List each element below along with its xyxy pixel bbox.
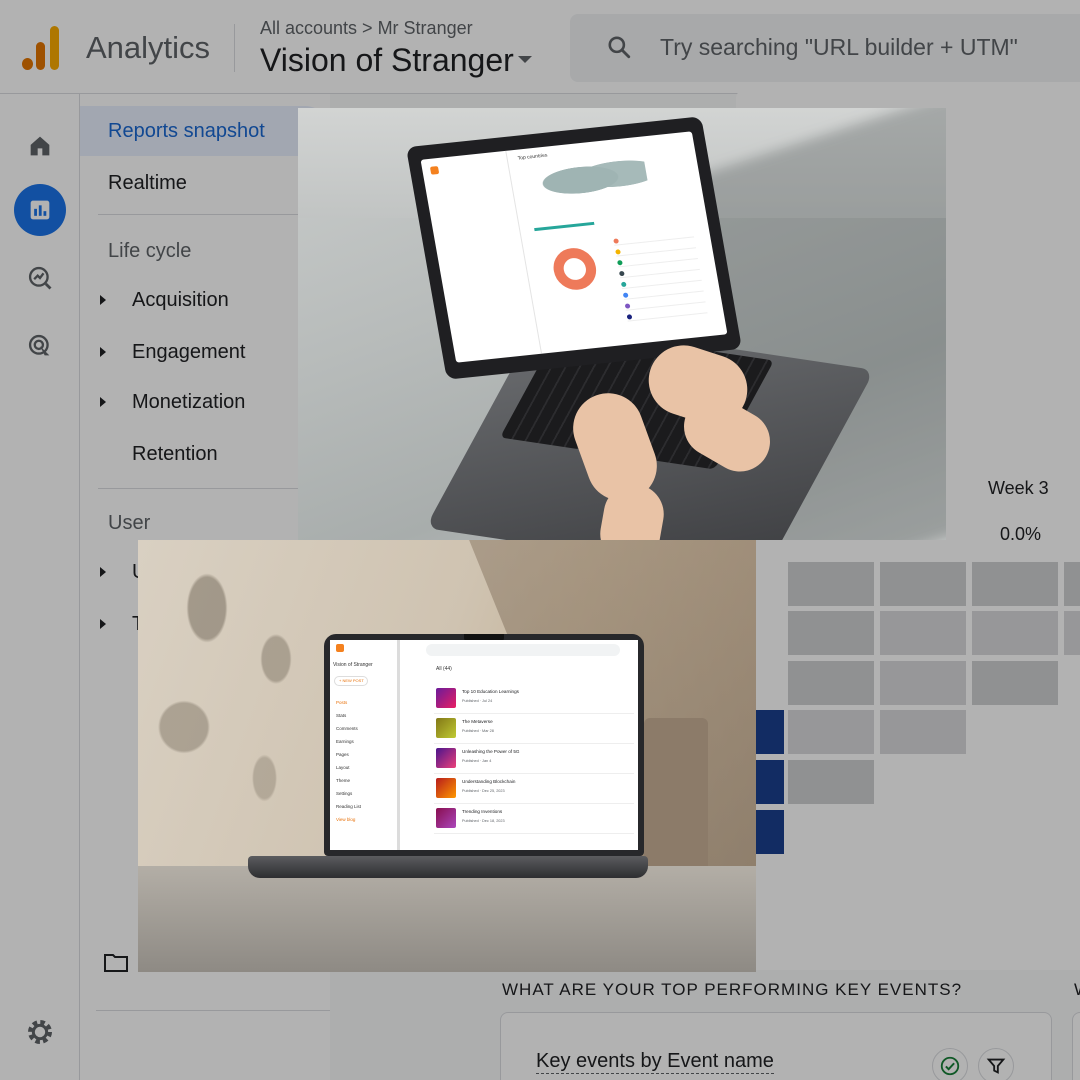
menu-layout: Layout xyxy=(336,765,350,770)
menu-settings: Settings xyxy=(336,791,353,796)
list-item: Top 10 Education Learnings Published · J… xyxy=(434,684,634,714)
list-item: The Metaverse Published · Mar 28 xyxy=(434,714,634,744)
typing-hands xyxy=(563,336,781,540)
posts-list: Top 10 Education Learnings Published · J… xyxy=(434,684,634,834)
menu-posts: Posts xyxy=(336,700,348,705)
blogger-logo-icon xyxy=(429,166,440,175)
blog-name: Vision of Stranger xyxy=(333,662,373,668)
new-post-button: + NEW POST xyxy=(334,676,368,686)
menu-pages: Pages xyxy=(336,752,349,757)
menu-reading-list: Reading List xyxy=(336,804,362,809)
menu-theme: Theme xyxy=(336,778,351,783)
list-item: Unleashing the Power of 5G Published · J… xyxy=(434,744,634,774)
legend-list xyxy=(613,229,708,325)
table-surface xyxy=(138,866,756,972)
list-item: Trending Inventions Published · Dec 18, … xyxy=(434,804,634,834)
menu-view-blog: View blog xyxy=(336,817,356,822)
blogger-search xyxy=(426,644,620,656)
menu-stats: Stats xyxy=(336,713,347,718)
menu-earnings: Earnings xyxy=(336,739,354,744)
laptop-photo-analytics: Top countries xyxy=(298,108,946,540)
posts-tab: All (44) xyxy=(436,666,452,672)
world-map xyxy=(532,150,651,208)
laptop-screen: Vision of Stranger + NEW POST Posts Stat… xyxy=(330,640,638,850)
laptop-photo-blogger: Vision of Stranger + NEW POST Posts Stat… xyxy=(138,540,756,972)
laptop-base xyxy=(248,856,648,878)
donut-chart xyxy=(550,246,600,292)
blogger-sidebar: Vision of Stranger + NEW POST Posts Stat… xyxy=(330,640,400,850)
list-item: Understanding Blockchain Published · Dec… xyxy=(434,774,634,804)
laptop-screen: Top countries xyxy=(420,131,728,363)
menu-comments: Comments xyxy=(336,726,358,731)
blogger-logo-icon xyxy=(336,644,344,652)
blogger-menu: Posts Stats Comments Earnings Pages Layo… xyxy=(336,696,361,826)
